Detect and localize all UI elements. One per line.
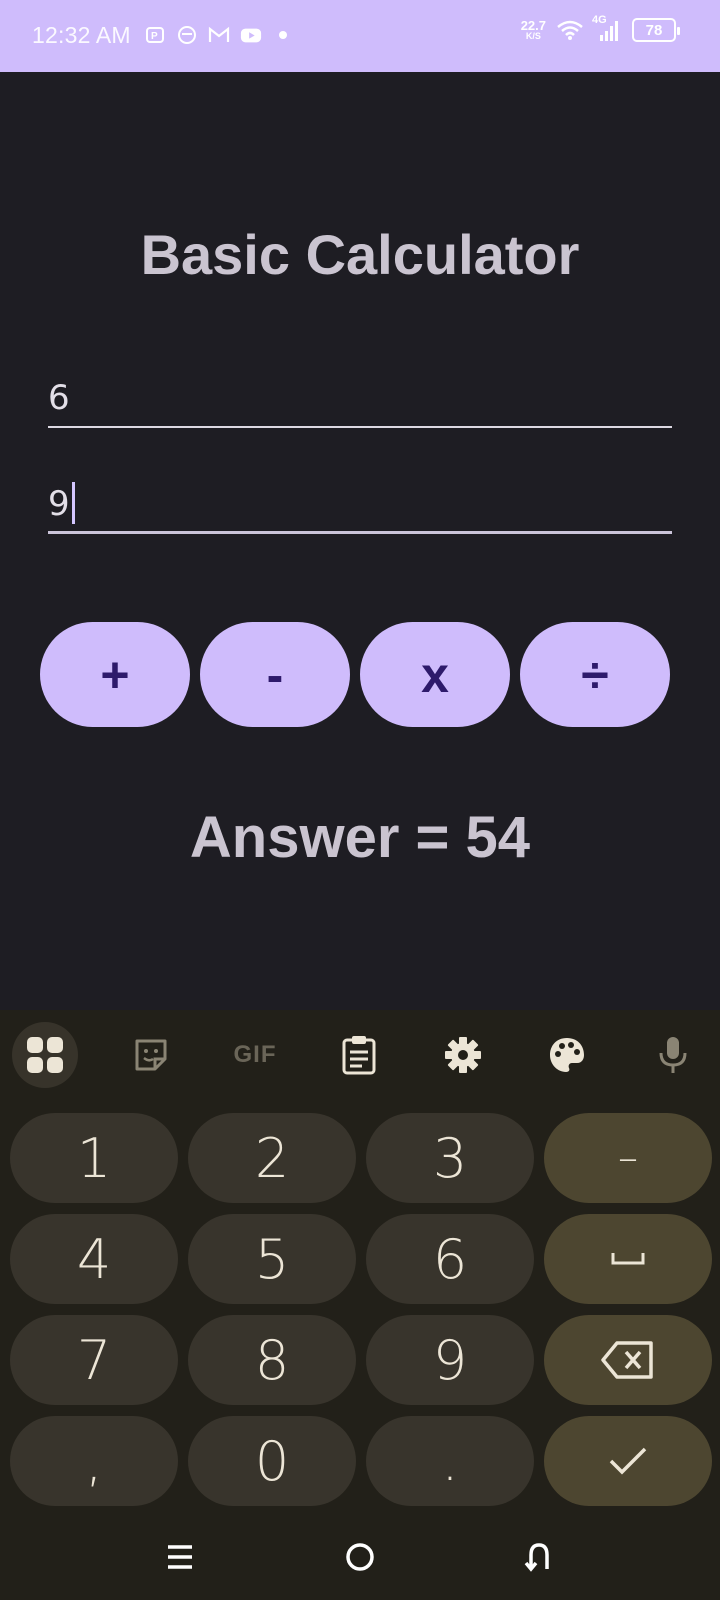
answer-text: Answer = 54 xyxy=(189,805,531,870)
wifi-icon xyxy=(556,19,584,41)
page-title: Basic Calculator xyxy=(140,223,580,286)
svg-text:P: P xyxy=(151,31,158,42)
status-time: 12:32 AM xyxy=(32,22,131,48)
key-5[interactable]: 5 xyxy=(188,1214,356,1304)
cell-signal: 4G xyxy=(592,14,622,42)
navigation-bar xyxy=(0,1512,720,1600)
key-minus[interactable]: – xyxy=(544,1113,712,1203)
enter-check-key[interactable] xyxy=(544,1416,712,1506)
battery-indicator: 78 xyxy=(632,18,680,42)
menu-icon[interactable] xyxy=(150,1532,210,1582)
key-comma[interactable]: , xyxy=(10,1416,178,1506)
text-cursor xyxy=(71,481,75,524)
check-icon xyxy=(609,1447,647,1475)
network-speed: 22.7 K/S xyxy=(520,18,546,41)
chat-notification-icon xyxy=(176,24,198,46)
key-6[interactable]: 6 xyxy=(366,1214,534,1304)
key-9[interactable]: 9 xyxy=(366,1315,534,1405)
space-key[interactable] xyxy=(544,1214,712,1304)
status-right: 22.7 K/S 4G 78 xyxy=(520,14,680,42)
key-1[interactable]: 1 xyxy=(10,1113,178,1203)
clipboard-icon[interactable] xyxy=(326,1022,392,1088)
gmail-icon xyxy=(208,24,230,46)
second-number-value: 9 xyxy=(48,484,70,524)
more-notifications-dot-icon xyxy=(272,24,294,46)
gear-icon[interactable] xyxy=(430,1022,496,1088)
key-2[interactable]: 2 xyxy=(188,1113,356,1203)
back-icon[interactable] xyxy=(510,1532,570,1582)
key-8[interactable]: 8 xyxy=(188,1315,356,1405)
app-notification-icon: P xyxy=(144,24,166,46)
subtract-button[interactable]: - xyxy=(200,622,350,727)
key-period[interactable]: . xyxy=(366,1416,534,1506)
home-icon[interactable] xyxy=(330,1532,390,1582)
add-button[interactable]: + xyxy=(40,622,190,727)
first-number-input[interactable]: 6 xyxy=(48,368,672,428)
keypad: 1 2 3 – 4 5 6 7 8 9 , 0 . xyxy=(10,1113,712,1506)
divide-button[interactable]: ÷ xyxy=(520,622,670,727)
mic-icon[interactable] xyxy=(640,1022,706,1088)
operator-buttons: + - x ÷ xyxy=(40,622,670,727)
key-0[interactable]: 0 xyxy=(188,1416,356,1506)
status-bar: 12:32 AM P 22.7 K/S 4G 78 xyxy=(0,0,720,72)
key-7[interactable]: 7 xyxy=(10,1315,178,1405)
multiply-button[interactable]: x xyxy=(360,622,510,727)
sticker-icon[interactable] xyxy=(118,1022,184,1088)
notification-icons: P xyxy=(144,24,294,46)
keyboard-toolbar: GIF xyxy=(0,1010,720,1100)
number-keyboard: GIF 1 2 3 – 4 5 6 7 8 9 , 0 . xyxy=(0,1010,720,1600)
key-3[interactable]: 3 xyxy=(366,1113,534,1203)
apps-grid-icon[interactable] xyxy=(12,1022,78,1088)
second-number-input[interactable]: 9 xyxy=(48,474,672,534)
youtube-icon xyxy=(240,24,262,46)
gif-icon[interactable]: GIF xyxy=(222,1022,288,1088)
space-icon xyxy=(611,1253,645,1265)
backspace-key[interactable] xyxy=(544,1315,712,1405)
palette-icon[interactable] xyxy=(534,1022,600,1088)
first-number-value: 6 xyxy=(48,378,70,418)
key-4[interactable]: 4 xyxy=(10,1214,178,1304)
backspace-icon xyxy=(601,1341,653,1379)
